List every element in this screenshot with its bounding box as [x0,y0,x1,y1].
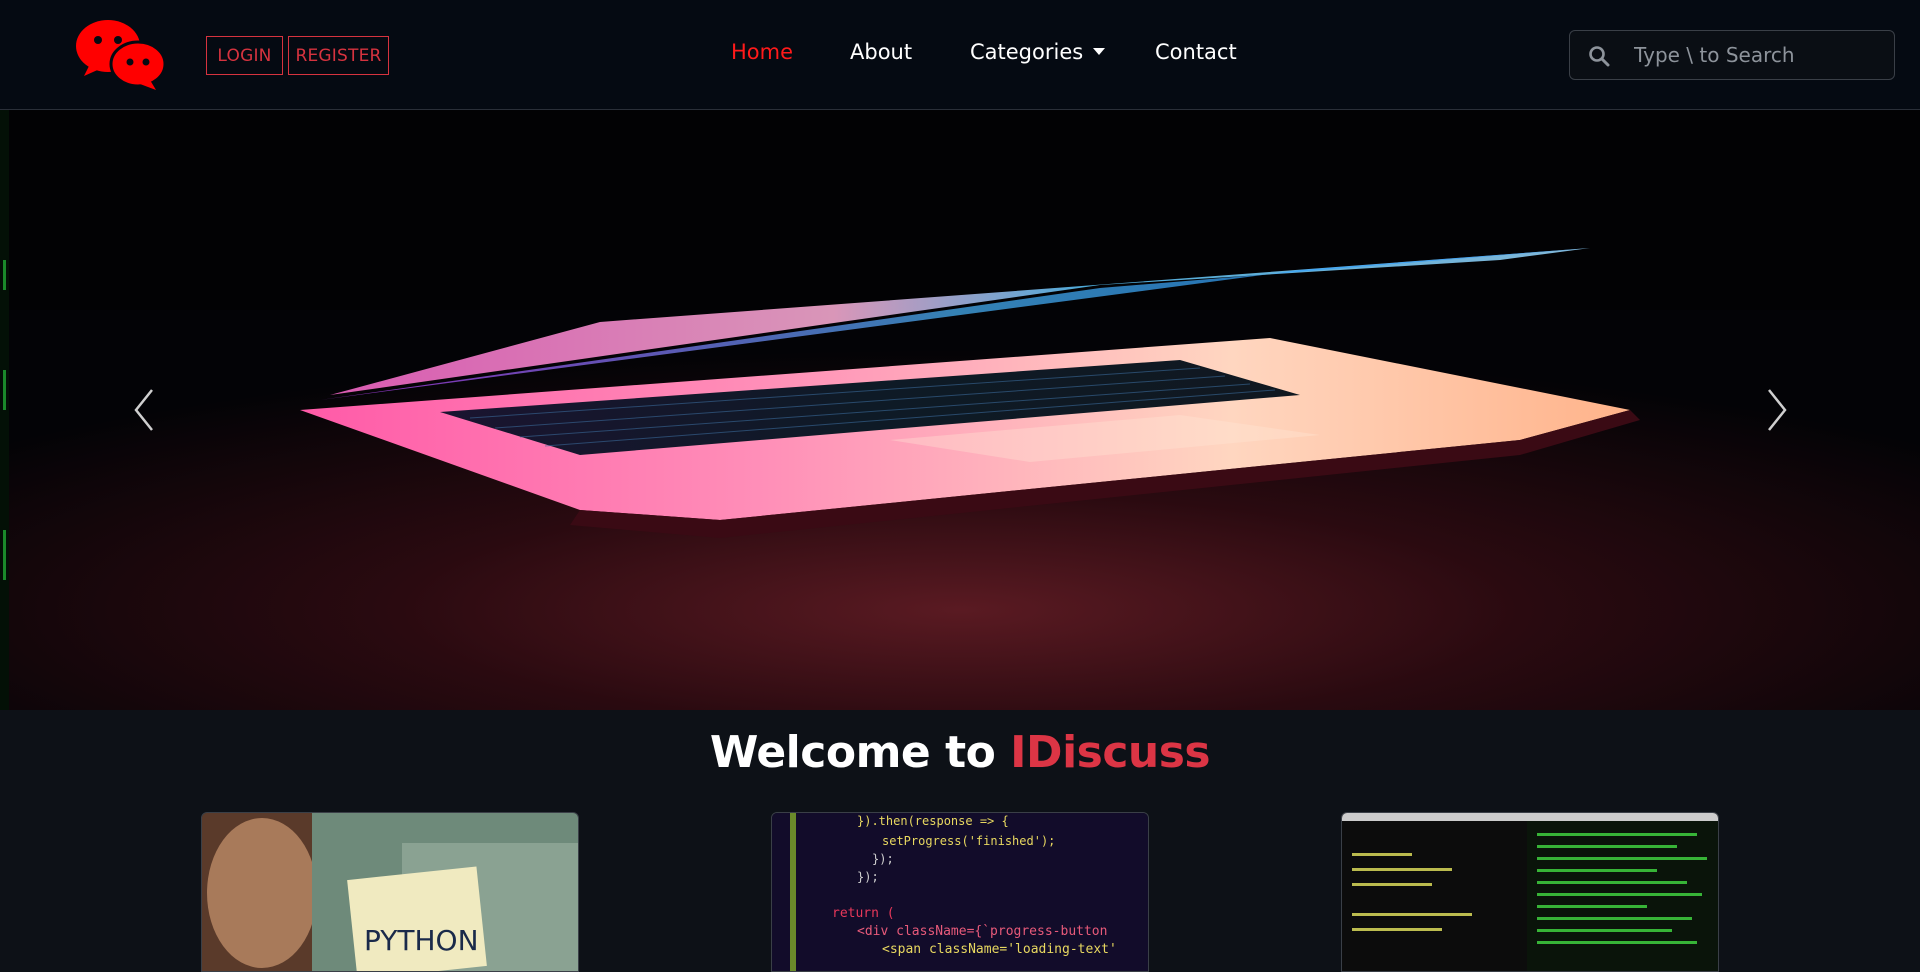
javascript-card-image: }).then(response => { setProgress('finis… [772,813,1148,971]
nav-item-categories-label: Categories [970,40,1084,64]
category-card-javascript[interactable]: }).then(response => { setProgress('finis… [771,812,1149,972]
nav-item-contact[interactable]: Contact [1155,40,1237,64]
search-icon [1588,45,1610,67]
search-box [1569,30,1895,80]
welcome-prefix: Welcome to [709,727,1011,778]
chevron-left-icon [134,389,153,431]
login-button[interactable]: LOGIN [206,36,283,75]
svg-text:<span className='loading-text': <span className='loading-text' [882,942,1117,957]
carousel-next-button[interactable] [1757,380,1797,440]
svg-text:});: }); [872,852,894,866]
svg-text:setProgress('finished');: setProgress('finished'); [882,834,1055,848]
javascript-card-text: }).then(response => { [857,814,1009,828]
nav-item-categories[interactable]: Categories [970,40,1106,64]
python-card-text: PYTHON [364,924,479,957]
chat-bubbles-icon[interactable] [76,18,167,90]
chevron-right-icon [1768,389,1787,431]
laptop-hero-image [0,110,1920,710]
register-button[interactable]: REGISTER [288,36,389,75]
search-input[interactable] [1632,31,1882,79]
category-card-python[interactable]: PYTHON [201,812,579,972]
caret-down-icon [1093,48,1106,55]
welcome-heading: Welcome to IDiscuss [0,727,1920,778]
svg-text:return (: return ( [832,906,895,921]
svg-text:});: }); [857,870,879,884]
python-card-image: PYTHON [202,813,578,971]
svg-text:<div className={`progress-butt: <div className={`progress-button [857,924,1107,939]
hero-carousel [0,110,1920,710]
terminal-card-image [1342,813,1718,971]
welcome-brand: IDiscuss [1010,727,1211,778]
carousel-prev-button[interactable] [124,380,164,440]
navbar: LOGIN REGISTER Home About Categories Con… [0,0,1920,110]
nav-item-home[interactable]: Home [731,40,793,64]
nav-item-about[interactable]: About [850,40,912,64]
category-card-terminal[interactable] [1341,812,1719,972]
